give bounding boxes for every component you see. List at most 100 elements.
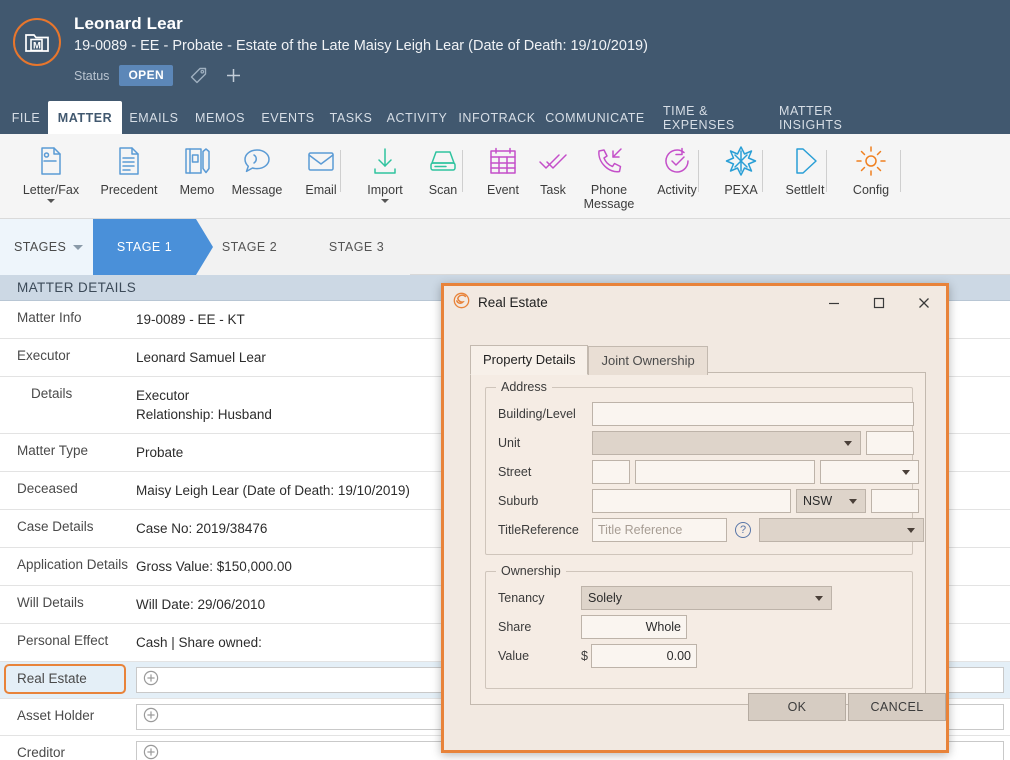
ownership-legend: Ownership xyxy=(496,564,566,578)
plus-icon[interactable] xyxy=(224,66,243,85)
plus-circle-icon[interactable] xyxy=(143,670,159,691)
tab-time-expenses[interactable]: TIME & EXPENSES xyxy=(650,101,766,134)
plus-circle-icon[interactable] xyxy=(143,707,159,728)
tenancy-combo[interactable]: Solely xyxy=(581,586,832,610)
title-reference-type-combo[interactable] xyxy=(759,518,924,542)
double-check-icon xyxy=(536,140,570,182)
ribbon-email-button[interactable]: Email xyxy=(288,140,354,197)
ribbon-pexa-button[interactable]: PEXA xyxy=(708,140,774,197)
tab-property-details[interactable]: Property Details xyxy=(470,345,589,375)
plus-circle-icon[interactable] xyxy=(143,744,159,760)
chevron-down-icon[interactable] xyxy=(381,199,389,203)
ribbon-item-label: Import xyxy=(367,183,403,197)
value-input[interactable]: 0.00 xyxy=(591,644,697,668)
question-mark-icon[interactable]: ? xyxy=(735,522,751,538)
unit-combo[interactable] xyxy=(592,431,861,455)
tab-emails[interactable]: EMAILS xyxy=(122,101,186,134)
cancel-button[interactable]: CANCEL xyxy=(848,693,946,721)
ribbon-phone-message-button[interactable]: Phone Message xyxy=(576,140,642,211)
tab-communicate[interactable]: COMMUNICATE xyxy=(540,101,650,134)
ribbon-precedent-button[interactable]: Precedent xyxy=(96,140,162,197)
clock-check-icon xyxy=(660,140,694,182)
tab-label: MATTER INSIGHTS xyxy=(779,103,843,132)
ribbon-import-button[interactable]: Import xyxy=(352,140,418,203)
ribbon-settleit-button[interactable]: SettleIt xyxy=(772,140,838,197)
stage-3-button[interactable]: STAGE 3 xyxy=(303,219,410,275)
detail-value-line: 19-0089 - EE - KT xyxy=(136,312,245,327)
tab-matter-insights[interactable]: MATTER INSIGHTS xyxy=(766,101,888,134)
unit-suffix-input[interactable] xyxy=(866,431,914,455)
detail-value: Leonard Samuel Lear xyxy=(130,339,266,376)
envelope-icon xyxy=(304,140,338,182)
street-label: Street xyxy=(498,465,532,479)
ribbon-letter-fax-button[interactable]: Letter/Fax xyxy=(18,140,84,203)
tab-memos[interactable]: MEMOS xyxy=(186,101,254,134)
tab-activity[interactable]: ACTIVITY xyxy=(380,101,454,134)
street-type-combo[interactable] xyxy=(820,460,919,484)
scanner-icon xyxy=(426,140,460,182)
building-level-input[interactable] xyxy=(592,402,914,426)
tab-matter[interactable]: MATTER xyxy=(48,101,122,134)
tab-label: MEMOS xyxy=(195,110,245,125)
currency-symbol: $ xyxy=(581,649,588,663)
suburb-label: Suburb xyxy=(498,494,539,508)
tab-events[interactable]: EVENTS xyxy=(254,101,322,134)
stages-dropdown[interactable]: STAGES xyxy=(0,219,93,275)
postcode-input[interactable] xyxy=(871,489,919,513)
tag-icon[interactable] xyxy=(189,66,208,85)
detail-value: Gross Value: $150,000.00 xyxy=(130,548,292,585)
ribbon-activity-button[interactable]: Activity xyxy=(644,140,710,197)
maximize-icon[interactable] xyxy=(856,286,901,319)
document-page-icon xyxy=(34,140,68,182)
svg-text:M: M xyxy=(33,41,41,52)
ribbon-separator xyxy=(698,150,699,192)
ribbon-message-button[interactable]: Message xyxy=(224,140,290,197)
value-label: Value xyxy=(498,649,530,663)
ribbon-item-label: Message xyxy=(231,183,283,197)
dialog-titlebar[interactable]: Real Estate xyxy=(444,286,946,319)
status-badge[interactable]: OPEN xyxy=(119,65,174,86)
ribbon-separator xyxy=(462,150,463,192)
ownership-fieldset: Ownership Tenancy Solely Share Whole Val… xyxy=(485,564,913,689)
tenancy-row: Tenancy Solely xyxy=(498,586,832,610)
ribbon-memo-button[interactable]: Memo xyxy=(164,140,230,197)
stage-bar: STAGES STAGE 1 STAGE 2 STAGE 3 xyxy=(0,219,1010,275)
tab-label: EMAILS xyxy=(129,110,179,125)
ribbon-config-button[interactable]: Config xyxy=(838,140,904,197)
ok-button[interactable]: OK xyxy=(748,693,846,721)
tab-tasks[interactable]: TASKS xyxy=(322,101,380,134)
tab-label: TASKS xyxy=(329,110,373,125)
title-reference-label: TitleReference xyxy=(498,523,579,537)
close-icon[interactable] xyxy=(901,286,946,319)
tab-joint-ownership[interactable]: Joint Ownership xyxy=(588,346,708,375)
detail-label: Asset Holder xyxy=(17,708,95,723)
smokeball-s-icon xyxy=(453,292,470,314)
gear-icon xyxy=(854,140,888,182)
stages-label: STAGES xyxy=(14,240,67,254)
chevron-down-icon[interactable] xyxy=(47,199,55,203)
tab-label: COMMUNICATE xyxy=(545,110,645,125)
title-reference-input[interactable]: Title Reference xyxy=(592,518,727,542)
ribbon-item-label: Email xyxy=(305,183,337,197)
tenancy-value: Solely xyxy=(588,591,623,605)
ribbon-separator xyxy=(826,150,827,192)
main-tabbar: FILE MATTER EMAILS MEMOS EVENTS TASKS ACTIVITY… xyxy=(0,101,1010,134)
stage-arrow xyxy=(196,219,213,275)
share-input[interactable]: Whole xyxy=(581,615,687,639)
tab-file[interactable]: FILE xyxy=(4,101,48,134)
detail-label: Real Estate xyxy=(17,671,87,686)
suburb-input[interactable] xyxy=(592,489,791,513)
street-name-input[interactable] xyxy=(635,460,815,484)
tab-infotrack[interactable]: INFOTRACK xyxy=(454,101,540,134)
stage-label: STAGE 2 xyxy=(221,240,278,254)
page-title: Leonard Lear xyxy=(74,14,183,33)
state-combo[interactable]: NSW xyxy=(796,489,866,513)
download-arrow-icon xyxy=(368,140,402,182)
ribbon-item-label: Precedent xyxy=(100,183,158,197)
street-number-input[interactable] xyxy=(592,460,630,484)
ribbon-scan-button[interactable]: Scan xyxy=(410,140,476,197)
tab-label: FILE xyxy=(11,110,41,125)
minimize-icon[interactable] xyxy=(811,286,856,319)
detail-label: Details xyxy=(31,386,73,401)
stage-1-button[interactable]: STAGE 1 xyxy=(93,219,213,275)
